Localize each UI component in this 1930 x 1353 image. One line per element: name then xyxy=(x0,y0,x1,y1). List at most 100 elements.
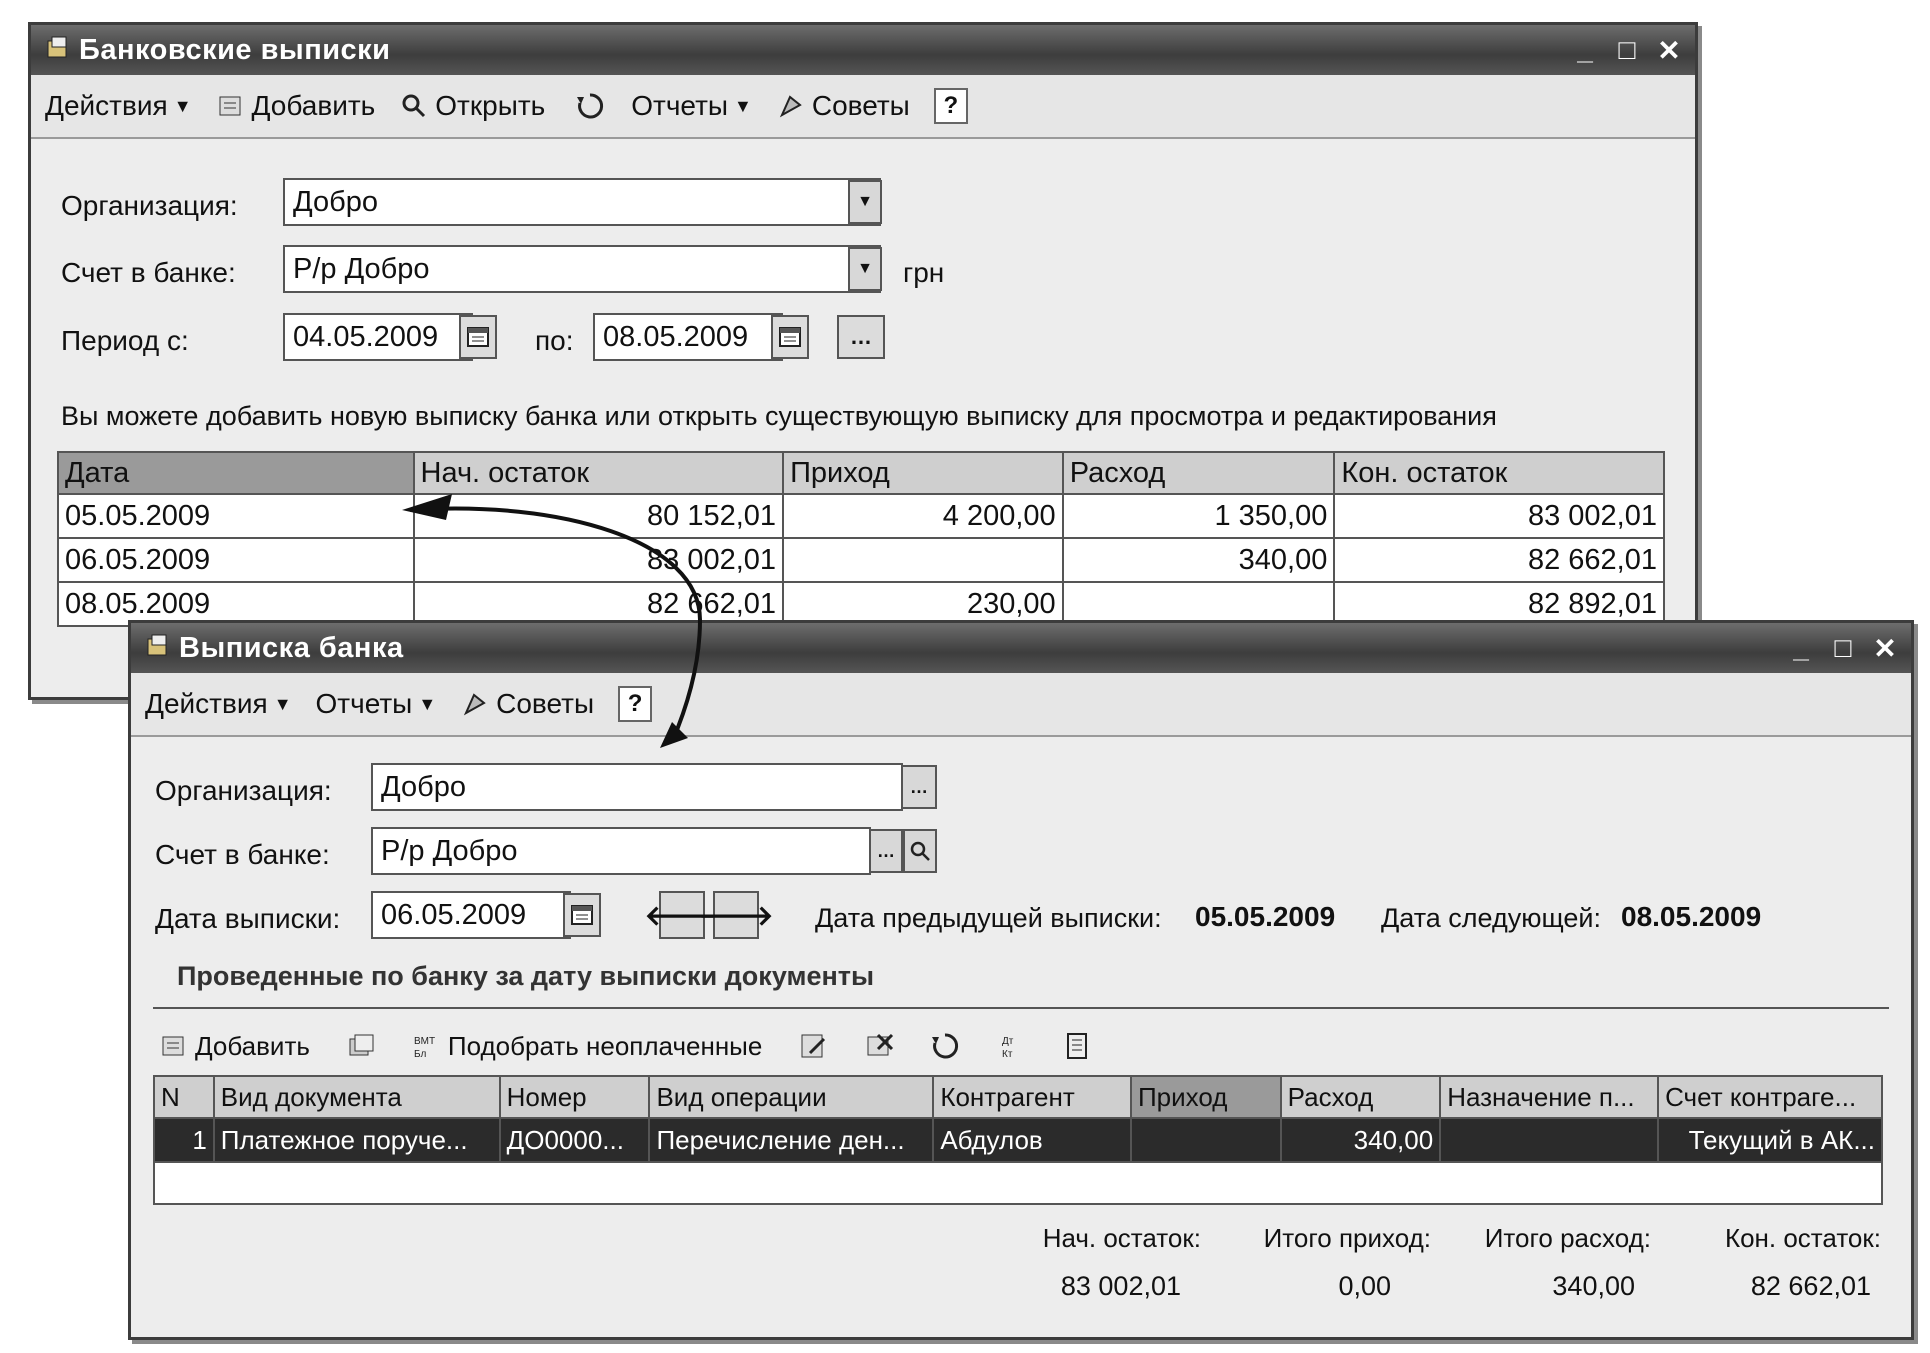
statement-toolbar: Действия ▼ Отчеты ▼ Советы ? xyxy=(131,673,1911,737)
previous-date-value: 05.05.2009 xyxy=(1195,901,1336,932)
organization-field[interactable]: Добро xyxy=(283,178,881,226)
edit-document-button[interactable] xyxy=(798,1031,828,1061)
calendar-icon xyxy=(571,905,593,925)
pick-unpaid-label: Подобрать неоплаченные xyxy=(447,1030,763,1061)
maximize-icon[interactable]: □ xyxy=(1829,632,1857,665)
pick-unpaid-button[interactable]: ВМТ Бл Подобрать неоплаченные xyxy=(412,1031,762,1062)
cell-number: 1 xyxy=(153,1117,215,1163)
chevron-down-icon: ▼ xyxy=(173,95,192,116)
refresh-button[interactable] xyxy=(575,91,605,121)
actions-menu[interactable]: Действия ▼ xyxy=(145,688,292,720)
cell-income xyxy=(1129,1117,1282,1163)
col-counterparty-account[interactable]: Счет контраге... xyxy=(1657,1075,1883,1119)
minimize-icon[interactable]: _ xyxy=(1787,632,1815,665)
empty-row xyxy=(153,1161,1883,1205)
bank-account-open-button[interactable] xyxy=(903,829,937,873)
help-button[interactable]: ? xyxy=(618,686,653,722)
tips-button[interactable]: Советы xyxy=(460,688,594,720)
minimize-icon[interactable]: _ xyxy=(1571,34,1599,67)
col-end-balance[interactable]: Кон. остаток xyxy=(1333,451,1665,495)
period-to-calendar-button[interactable] xyxy=(771,315,809,359)
journal-button[interactable] xyxy=(1062,1031,1092,1061)
table-row[interactable]: 05.05.2009 80 152,01 4 200,00 1 350,00 8… xyxy=(57,493,1665,539)
col-start-balance[interactable]: Нач. остаток xyxy=(412,451,785,495)
add-button[interactable]: Добавить xyxy=(216,90,375,122)
svg-text:ВМТ: ВМТ xyxy=(414,1036,435,1047)
period-to-field[interactable]: 08.05.2009 xyxy=(593,313,783,361)
maximize-icon[interactable]: □ xyxy=(1613,34,1641,67)
table-row[interactable]: 06.05.2009 83 002,01 340,00 82 662,01 xyxy=(57,537,1665,583)
add-document-button[interactable]: Добавить xyxy=(159,1031,310,1062)
cell-income: 4 200,00 xyxy=(782,493,1064,539)
col-counterparty[interactable]: Контрагент xyxy=(932,1075,1132,1119)
organization-dropdown-button[interactable]: ▼ xyxy=(848,180,882,224)
table-row-empty[interactable] xyxy=(153,1161,1883,1205)
add-label: Добавить xyxy=(195,1030,310,1061)
reports-label: Отчеты xyxy=(631,90,729,121)
col-purpose[interactable]: Назначение п... xyxy=(1439,1075,1660,1119)
bank-account-label: Счет в банке: xyxy=(155,839,330,870)
pick-icon: ВМТ Бл xyxy=(414,1036,435,1060)
close-icon[interactable]: ✕ xyxy=(1871,632,1899,665)
col-expense[interactable]: Расход xyxy=(1279,1075,1442,1119)
organization-select-button[interactable]: … xyxy=(901,765,937,809)
total-start-label: Нач. остаток: xyxy=(1042,1223,1201,1253)
col-number[interactable]: N xyxy=(153,1075,215,1119)
statement-date-field[interactable]: 06.05.2009 xyxy=(371,891,571,939)
help-button[interactable]: ? xyxy=(933,88,968,124)
open-button[interactable]: Открыть xyxy=(399,90,545,122)
title-bar[interactable]: Банковские выписки _ □ ✕ xyxy=(31,25,1695,75)
period-from-calendar-button[interactable] xyxy=(459,315,497,359)
cell-end-balance: 82 662,01 xyxy=(1333,537,1665,583)
cell-expense: 1 350,00 xyxy=(1061,493,1336,539)
ellipsis-icon: … xyxy=(877,840,895,861)
col-doc-number[interactable]: Номер xyxy=(498,1075,651,1119)
cell-end-balance: 83 002,01 xyxy=(1333,493,1665,539)
bank-account-field[interactable]: Р/р Добро xyxy=(283,245,881,293)
svg-text:Дт: Дт xyxy=(1002,1036,1014,1047)
organization-field[interactable]: Добро xyxy=(371,763,903,811)
col-income[interactable]: Приход xyxy=(1129,1075,1282,1119)
chevron-down-icon: ▼ xyxy=(418,693,437,714)
col-income[interactable]: Приход xyxy=(782,451,1064,495)
period-from-label: Период с: xyxy=(61,325,189,356)
reports-menu[interactable]: Отчеты ▼ xyxy=(631,90,752,122)
search-icon xyxy=(910,841,930,861)
reports-menu[interactable]: Отчеты ▼ xyxy=(316,688,437,720)
section-divider xyxy=(153,1007,1889,1009)
calendar-icon xyxy=(467,327,489,347)
cell-expense: 340,00 xyxy=(1279,1117,1442,1163)
cell-purpose xyxy=(1439,1117,1660,1163)
bank-account-dropdown-button[interactable]: ▼ xyxy=(848,247,882,291)
app-icon xyxy=(147,634,167,656)
search-icon xyxy=(402,94,426,118)
col-expense[interactable]: Расход xyxy=(1061,451,1336,495)
title-bar[interactable]: Выписка банка _ □ ✕ xyxy=(131,623,1911,673)
total-end-value: 82 662,01 xyxy=(1750,1271,1871,1301)
cell-date: 05.05.2009 xyxy=(57,493,415,539)
tips-button[interactable]: Советы xyxy=(776,90,910,122)
refresh-list-button[interactable] xyxy=(930,1031,960,1061)
close-icon[interactable]: ✕ xyxy=(1655,34,1683,67)
col-document-type[interactable]: Вид документа xyxy=(212,1075,501,1119)
actions-label: Действия xyxy=(45,90,168,121)
edit-document-icon xyxy=(801,1034,826,1058)
statement-date-calendar-button[interactable] xyxy=(563,893,601,937)
actions-menu[interactable]: Действия ▼ xyxy=(45,90,192,122)
bank-account-select-button[interactable]: … xyxy=(869,829,903,873)
cell-start-balance: 83 002,01 xyxy=(412,537,785,583)
col-date[interactable]: Дата xyxy=(57,451,415,495)
period-from-field[interactable]: 04.05.2009 xyxy=(283,313,473,361)
period-select-button[interactable]: … xyxy=(837,315,885,359)
help-icon: ? xyxy=(618,686,653,722)
delete-document-button[interactable] xyxy=(864,1031,894,1061)
bank-account-field[interactable]: Р/р Добро xyxy=(371,827,871,875)
col-operation-type[interactable]: Вид операции xyxy=(648,1075,935,1119)
cell-start-balance: 80 152,01 xyxy=(412,493,785,539)
total-end-label: Кон. остаток: xyxy=(1724,1223,1881,1253)
app-icon xyxy=(47,36,67,58)
ledger-button[interactable]: Дт Кт xyxy=(996,1031,1026,1061)
next-statement-button[interactable]: 🡒 xyxy=(698,891,774,939)
copy-document-button[interactable] xyxy=(346,1031,376,1061)
table-row[interactable]: 1 Платежное поруче... ДО0000... Перечисл… xyxy=(153,1117,1883,1163)
